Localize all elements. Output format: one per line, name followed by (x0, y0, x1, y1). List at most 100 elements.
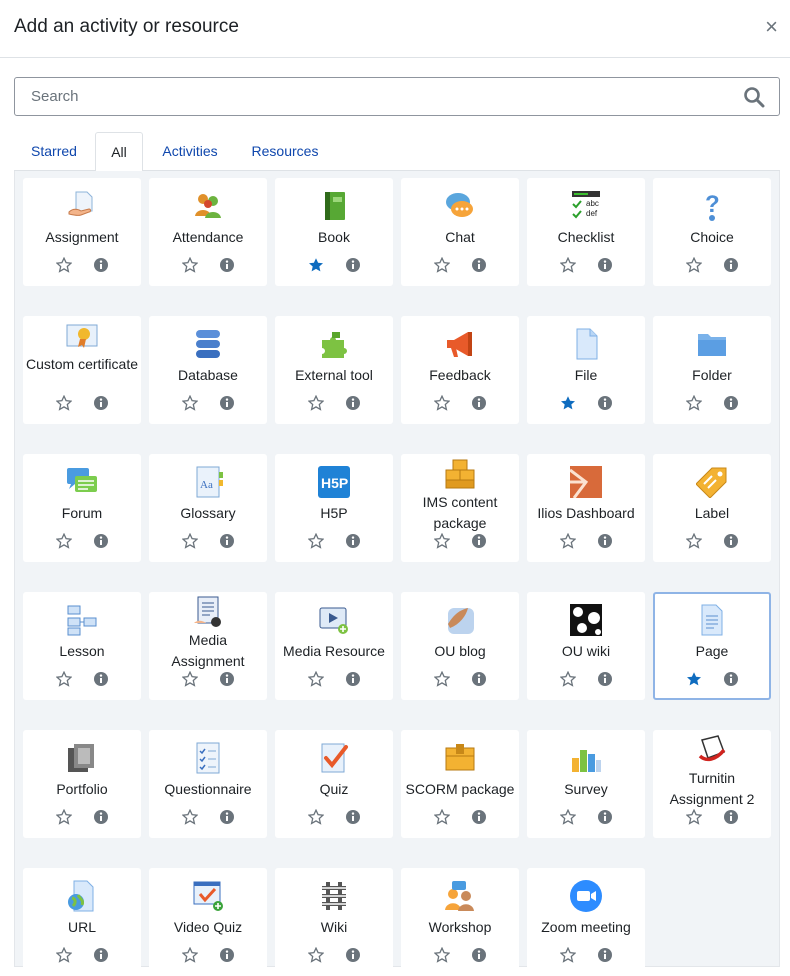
info-icon[interactable] (723, 395, 739, 411)
info-icon[interactable] (219, 533, 235, 549)
activity-tile-wiki[interactable]: Wiki (275, 868, 393, 976)
activity-tile-ilios-dashboard[interactable]: Ilios Dashboard (527, 454, 645, 562)
activity-tile-ou-blog[interactable]: OU blog (401, 592, 519, 700)
star-outline-icon[interactable] (307, 946, 325, 963)
star-filled-icon[interactable] (686, 671, 702, 687)
star-outline-icon[interactable] (181, 946, 199, 963)
activity-tile-book[interactable]: Book (275, 178, 393, 286)
star-outline-icon[interactable] (55, 532, 73, 549)
star-outline-icon[interactable] (181, 670, 199, 687)
activity-tile-attendance[interactable]: Attendance (149, 178, 267, 286)
info-icon[interactable] (471, 533, 487, 549)
activity-tile-zoom-meeting[interactable]: Zoom meeting (527, 868, 645, 976)
activity-tile-chat[interactable]: Chat (401, 178, 519, 286)
activity-tile-assignment[interactable]: Assignment (23, 178, 141, 286)
star-outline-icon[interactable] (55, 808, 73, 825)
info-icon[interactable] (93, 947, 109, 963)
star-outline-icon[interactable] (685, 256, 703, 273)
activity-tile-media-assignment[interactable]: Media Assignment (149, 592, 267, 700)
star-filled-icon[interactable] (560, 395, 576, 411)
activity-tile-forum[interactable]: Forum (23, 454, 141, 562)
activity-tile-choice[interactable]: ? Choice (653, 178, 771, 286)
info-icon[interactable] (345, 671, 361, 687)
info-icon[interactable] (597, 395, 613, 411)
info-icon[interactable] (597, 257, 613, 273)
info-icon[interactable] (471, 395, 487, 411)
info-icon[interactable] (345, 947, 361, 963)
info-icon[interactable] (345, 533, 361, 549)
info-icon[interactable] (93, 257, 109, 273)
activity-tile-survey[interactable]: Survey (527, 730, 645, 838)
info-icon[interactable] (93, 533, 109, 549)
star-outline-icon[interactable] (559, 532, 577, 549)
info-icon[interactable] (219, 257, 235, 273)
info-icon[interactable] (597, 671, 613, 687)
info-icon[interactable] (723, 533, 739, 549)
info-icon[interactable] (93, 671, 109, 687)
star-outline-icon[interactable] (181, 532, 199, 549)
info-icon[interactable] (219, 395, 235, 411)
info-icon[interactable] (723, 671, 739, 687)
info-icon[interactable] (597, 533, 613, 549)
tab-activities[interactable]: Activities (154, 132, 226, 171)
star-outline-icon[interactable] (433, 808, 451, 825)
info-icon[interactable] (597, 947, 613, 963)
activity-tile-glossary[interactable]: Aa Glossary (149, 454, 267, 562)
tab-resources[interactable]: Resources (244, 132, 326, 171)
info-icon[interactable] (471, 671, 487, 687)
activity-tile-external-tool[interactable]: External tool (275, 316, 393, 424)
star-outline-icon[interactable] (307, 394, 325, 411)
activity-tile-h5p[interactable]: H5P H5P (275, 454, 393, 562)
activity-tile-lesson[interactable]: Lesson (23, 592, 141, 700)
star-outline-icon[interactable] (181, 808, 199, 825)
close-icon[interactable]: × (765, 15, 778, 39)
star-outline-icon[interactable] (55, 256, 73, 273)
activity-tile-workshop[interactable]: Workshop (401, 868, 519, 976)
activity-tile-file[interactable]: File (527, 316, 645, 424)
info-icon[interactable] (723, 257, 739, 273)
tab-starred[interactable]: Starred (20, 132, 88, 171)
info-icon[interactable] (345, 257, 361, 273)
activity-tile-media-resource[interactable]: Media Resource (275, 592, 393, 700)
info-icon[interactable] (345, 809, 361, 825)
activity-tile-page[interactable]: Page (653, 592, 771, 700)
star-outline-icon[interactable] (685, 808, 703, 825)
star-outline-icon[interactable] (685, 394, 703, 411)
activity-tile-folder[interactable]: Folder (653, 316, 771, 424)
activity-tile-portfolio[interactable]: Portfolio (23, 730, 141, 838)
star-outline-icon[interactable] (559, 670, 577, 687)
info-icon[interactable] (345, 395, 361, 411)
star-outline-icon[interactable] (307, 532, 325, 549)
activity-tile-questionnaire[interactable]: Questionnaire (149, 730, 267, 838)
search-icon[interactable] (743, 86, 765, 113)
info-icon[interactable] (219, 809, 235, 825)
search-input[interactable] (15, 78, 731, 115)
info-icon[interactable] (471, 809, 487, 825)
info-icon[interactable] (93, 395, 109, 411)
star-outline-icon[interactable] (433, 946, 451, 963)
info-icon[interactable] (219, 671, 235, 687)
info-icon[interactable] (219, 947, 235, 963)
activity-tile-quiz[interactable]: Quiz (275, 730, 393, 838)
activity-tile-video-quiz[interactable]: Video Quiz (149, 868, 267, 976)
star-outline-icon[interactable] (181, 256, 199, 273)
star-outline-icon[interactable] (559, 946, 577, 963)
star-outline-icon[interactable] (433, 256, 451, 273)
info-icon[interactable] (597, 809, 613, 825)
activity-tile-url[interactable]: URL (23, 868, 141, 976)
activity-tile-custom-certificate[interactable]: Custom certificate (23, 316, 141, 424)
star-outline-icon[interactable] (559, 808, 577, 825)
activity-tile-scorm-package[interactable]: SCORM package (401, 730, 519, 838)
star-outline-icon[interactable] (433, 394, 451, 411)
activity-tile-ims-content-package[interactable]: IMS content package (401, 454, 519, 562)
star-outline-icon[interactable] (55, 670, 73, 687)
star-outline-icon[interactable] (307, 808, 325, 825)
activity-tile-turnitin-assignment-2[interactable]: Turnitin Assignment 2 (653, 730, 771, 838)
star-outline-icon[interactable] (55, 394, 73, 411)
activity-tile-checklist[interactable]: abc def Checklist (527, 178, 645, 286)
star-filled-icon[interactable] (308, 257, 324, 273)
star-outline-icon[interactable] (307, 670, 325, 687)
info-icon[interactable] (723, 809, 739, 825)
info-icon[interactable] (93, 809, 109, 825)
tab-all[interactable]: All (95, 132, 143, 172)
